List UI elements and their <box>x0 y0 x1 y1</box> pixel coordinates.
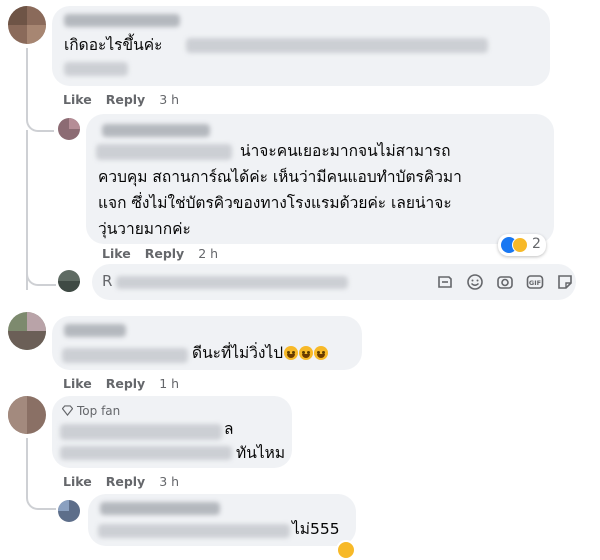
avatar <box>58 270 80 292</box>
reply-input-text: R <box>102 272 113 290</box>
blurred-text <box>60 424 222 440</box>
comment-text: ไม่555 <box>292 520 340 538</box>
diamond-icon <box>61 405 74 417</box>
rofl-emoji-icon <box>314 346 329 360</box>
blurred-author-name <box>64 14 180 27</box>
like-button[interactable]: Like <box>63 92 92 107</box>
rofl-emoji-icon <box>299 346 314 360</box>
comment-text: น่าจะคนเยอะมากจนไม่สามารถ <box>240 142 451 160</box>
timestamp: 2 h <box>198 246 219 261</box>
blurred-text <box>96 144 232 160</box>
like-button[interactable]: Like <box>63 376 92 391</box>
comment-bubble: ไม่555 <box>88 494 356 546</box>
reply-button[interactable]: Reply <box>106 376 145 391</box>
blurred-text <box>60 446 232 460</box>
comment-actions: Like Reply 2 h <box>102 246 232 261</box>
comment-bubble: เกิดอะไรขึ้นค่ะ <box>52 6 550 86</box>
reaction-count: 2 <box>532 236 541 252</box>
blurred-author-name <box>100 502 220 515</box>
comment-text: แจก ซึ่งไม่ใช่บัตรคิวของทางโรงแรมด้วยค่ะ… <box>98 194 452 212</box>
comment-text: ล <box>224 420 234 438</box>
sticker-icon[interactable] <box>436 273 454 291</box>
comment-text: ดีนะที่ไม่วิ่งไป <box>192 340 329 366</box>
blurred-text <box>116 276 348 289</box>
avatar[interactable] <box>8 6 46 44</box>
comment-actions: Like Reply 3 h <box>63 92 193 107</box>
blurred-author-name <box>102 124 210 137</box>
comment-text: ควบคุม สถานการ์ณได้ค่ะ เห็นว่ามีคนแอบทำบ… <box>98 168 462 186</box>
blurred-text <box>186 38 488 53</box>
comment-actions: Like Reply 3 h <box>63 474 193 489</box>
comment-text: เกิดอะไรขึ้นค่ะ <box>64 36 163 54</box>
comment-text: วุ่นวายมากค่ะ <box>98 220 191 238</box>
laughing-reaction-icon <box>336 540 356 560</box>
avatar[interactable] <box>8 396 46 434</box>
comment-actions: Like Reply 1 h <box>63 376 193 391</box>
sad-reaction-icon <box>512 237 528 253</box>
thread-line <box>26 260 56 286</box>
camera-icon[interactable] <box>496 273 514 291</box>
comment-bubble: Top fan ล ทันไหม <box>52 396 292 468</box>
blurred-text <box>98 524 290 538</box>
blurred-author-name <box>64 324 126 337</box>
comment-text: ทันไหม <box>236 444 286 462</box>
top-fan-label: Top fan <box>77 404 121 418</box>
reply-input[interactable]: R GIF <box>92 264 576 300</box>
comment-bubble: น่าจะคนเยอะมากจนไม่สามารถ ควบคุม สถานการ… <box>86 114 554 244</box>
avatar[interactable] <box>58 500 80 522</box>
like-button[interactable]: Like <box>102 246 131 261</box>
reply-button[interactable]: Reply <box>106 474 145 489</box>
reply-button[interactable]: Reply <box>145 246 184 261</box>
gif-icon[interactable]: GIF <box>526 273 544 291</box>
emoji-icon[interactable] <box>466 273 484 291</box>
blurred-text <box>62 348 188 363</box>
like-button[interactable]: Like <box>63 474 92 489</box>
top-fan-badge: Top fan <box>61 404 121 418</box>
reaction-summary[interactable]: 2 <box>498 234 546 256</box>
timestamp: 3 h <box>159 474 180 489</box>
blurred-text <box>64 62 128 76</box>
sticker-face-icon[interactable] <box>556 273 574 291</box>
reply-button[interactable]: Reply <box>106 92 145 107</box>
comment-text-value: ดีนะที่ไม่วิ่งไป <box>192 344 284 362</box>
avatar[interactable] <box>58 118 80 140</box>
avatar[interactable] <box>8 312 46 350</box>
gif-label: GIF <box>529 279 541 287</box>
timestamp: 1 h <box>159 376 180 391</box>
comment-bubble: ดีนะที่ไม่วิ่งไป <box>52 316 362 370</box>
rofl-emoji-icon <box>284 346 299 360</box>
thread-line <box>26 48 54 132</box>
timestamp: 3 h <box>159 92 180 107</box>
